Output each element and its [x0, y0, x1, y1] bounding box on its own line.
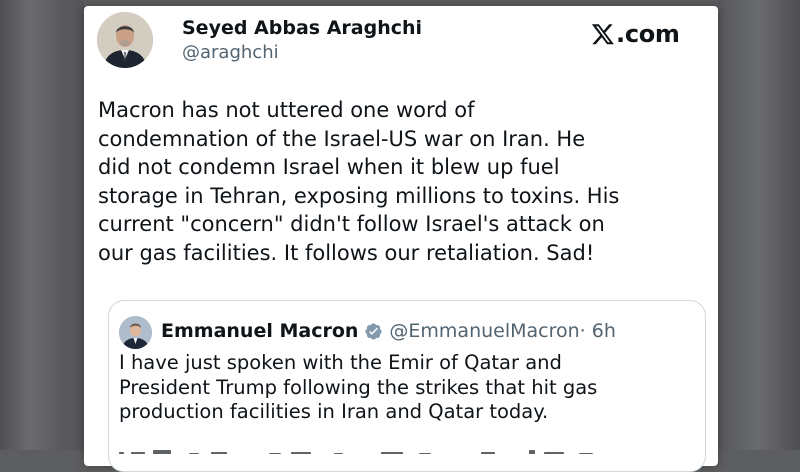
quote-line: I have just spoken with the Emir of Qata… [119, 351, 562, 374]
author-handle[interactable]: @araghchi [182, 42, 279, 63]
quote-cutoff-line [119, 444, 639, 454]
tweet-line: storage in Tehran, exposing millions to … [98, 183, 620, 208]
quote-header: Emmanuel Macron @EmmanuelMacron · 6h [161, 318, 616, 344]
verified-badge-icon [365, 322, 383, 340]
tweet-line: current "concern" didn't follow Israel's… [98, 212, 605, 237]
quote-timestamp[interactable]: · 6h [580, 320, 616, 342]
tweet-line: our gas facilities. It follows our retal… [98, 240, 595, 265]
tweet-line: Macron has not uttered one word of [98, 98, 475, 122]
tweet-text: Macron has not uttered one word of conde… [98, 96, 708, 268]
tweet-line: did not condemn Israel when it blew up f… [98, 155, 560, 180]
quote-text: I have just spoken with the Emir of Qata… [119, 351, 699, 425]
x-logo-icon [591, 24, 614, 45]
quote-line: President Trump following the strikes th… [119, 375, 598, 399]
site-label: .com [616, 20, 680, 48]
quote-avatar-image [119, 316, 152, 349]
author-name[interactable]: Seyed Abbas Araghchi [182, 17, 422, 39]
tweet-line: condemnation of the Israel-US war on Ira… [98, 126, 586, 151]
quote-line: production facilities in Iran and Qatar … [119, 400, 549, 424]
author-avatar[interactable] [97, 12, 153, 68]
site-badge: .com [591, 19, 680, 49]
author-avatar-image [97, 12, 153, 68]
quote-author-name[interactable]: Emmanuel Macron [161, 320, 358, 342]
quote-avatar[interactable] [119, 316, 152, 349]
quote-author-handle[interactable]: @EmmanuelMacron [389, 320, 579, 342]
